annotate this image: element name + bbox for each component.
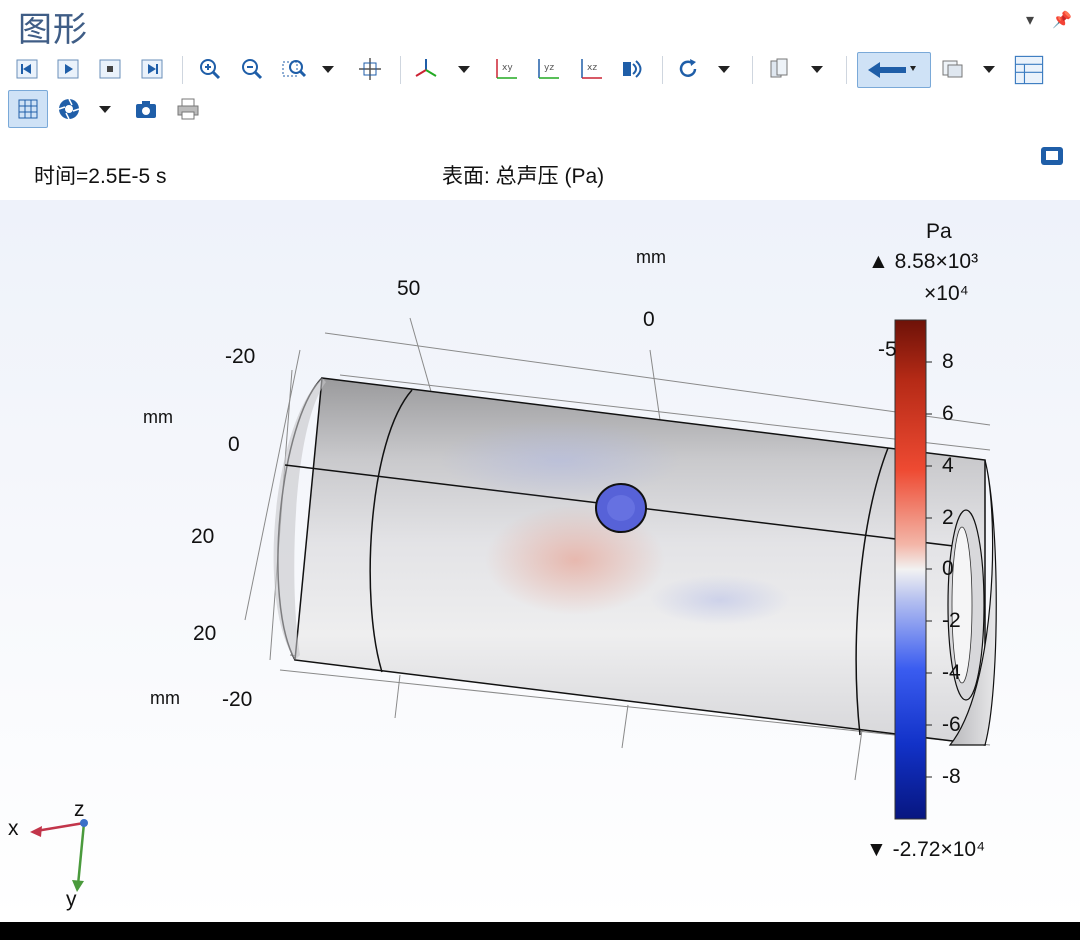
top-axis-tick: -5 (878, 338, 897, 361)
rotate-icon[interactable] (673, 54, 703, 84)
transparency-icon[interactable] (938, 54, 968, 84)
colorbar-tick: -4 (942, 661, 961, 684)
surface-expression-label: 表面: 总声压 (Pa) (442, 165, 605, 188)
axes-dropdown-arrow[interactable] (458, 66, 470, 73)
colorbar-tick: -8 (942, 765, 961, 788)
left-axis-tick: -20 (225, 345, 256, 368)
pressure-low-region (440, 420, 680, 500)
colorbar-max-label: ▲ 8.58×10³ (868, 250, 979, 273)
triad-z-label: z (74, 798, 85, 821)
zoom-box-icon[interactable] (279, 54, 309, 84)
camera-aperture-icon[interactable] (54, 94, 84, 124)
pin-icon[interactable]: 📌 (1052, 10, 1072, 29)
triad-y-label: y (66, 888, 77, 911)
xy-view-icon[interactable]: xy (491, 54, 521, 84)
toolbar-separator (662, 56, 663, 84)
graphics-toolbar: xy yz xz (0, 50, 1080, 134)
colorbar-tick: 8 (942, 350, 954, 373)
view-dropdown-arrow[interactable] (811, 66, 823, 73)
bottom-axis-tick: 20 (193, 622, 217, 645)
colorbar-min-label: ▼ -2.72×10⁴ (866, 838, 986, 861)
step-back-icon[interactable] (12, 54, 42, 84)
time-label: 时间=2.5E-5 s (34, 165, 167, 188)
zoom-dropdown-arrow[interactable] (322, 66, 334, 73)
svg-text:xy: xy (502, 63, 513, 73)
scene-light-icon[interactable] (617, 54, 647, 84)
screen-bottom-edge (0, 922, 1080, 940)
colorbar-tick: -6 (942, 713, 961, 736)
rotate-dropdown-arrow[interactable] (718, 66, 730, 73)
play-icon[interactable] (53, 54, 83, 84)
toolbar-separator (752, 56, 753, 84)
triad-x-label: x (8, 817, 19, 840)
svg-text:xz: xz (587, 63, 597, 73)
toolbar-separator (182, 56, 183, 84)
colorbar-scale-label: ×10⁴ (924, 282, 969, 305)
step-forward-icon[interactable] (137, 54, 167, 84)
pressure-low-region-2 (650, 575, 790, 625)
left-axis-unit: mm (143, 407, 173, 427)
left-axis-tick: 0 (228, 433, 240, 456)
window-menu-icon[interactable]: ▾ (1026, 10, 1034, 29)
bottom-axis-unit: mm (150, 688, 180, 708)
colorbar-tick: -2 (942, 609, 961, 632)
colorbar-tick: 4 (942, 454, 954, 477)
transparency-button[interactable] (857, 52, 931, 88)
zoom-in-icon[interactable] (195, 54, 225, 84)
aperture-dropdown-arrow[interactable] (99, 106, 111, 113)
axes-icon[interactable] (411, 54, 441, 84)
colorbar-gradient (894, 319, 927, 820)
toolbar-separator (400, 56, 401, 84)
cylinder-plot (30, 317, 997, 892)
view-icon[interactable] (765, 54, 795, 84)
bottom-axis-tick: -20 (222, 688, 253, 711)
xz-view-icon[interactable]: xz (576, 54, 606, 84)
stop-icon[interactable] (95, 54, 125, 84)
colorbar-tick: 6 (942, 402, 954, 425)
left-axis-tick: 20 (191, 525, 215, 548)
zoom-extents-icon[interactable] (355, 54, 385, 84)
screenshot-icon[interactable] (131, 94, 161, 124)
zoom-out-icon[interactable] (237, 54, 267, 84)
axis-triad (30, 819, 88, 892)
svg-text:yz: yz (544, 63, 554, 73)
top-axis-tick: 50 (397, 277, 421, 300)
top-axis-tick: 0 (643, 308, 655, 331)
table-icon[interactable] (1010, 52, 1048, 88)
transparency-dropdown-arrow[interactable] (983, 66, 995, 73)
show-grid-icon[interactable] (8, 90, 48, 128)
colorbar-unit: Pa (926, 220, 952, 243)
colorbar-tick: 0 (942, 557, 954, 580)
graphics-canvas[interactable]: mm 50 0 -5 -20 mm 0 20 20 mm -20 Pa ▲ 8.… (0, 200, 1080, 922)
colorbar-tick: 2 (942, 506, 954, 529)
window-title-bar: 图形 ▾ 📌 (0, 0, 1080, 50)
yz-view-icon[interactable]: yz (533, 54, 563, 84)
plot-window-icon[interactable] (1040, 146, 1064, 166)
print-icon[interactable] (173, 94, 203, 124)
top-axis-unit: mm (636, 247, 666, 267)
toolbar-separator (846, 56, 847, 84)
window-title: 图形 (18, 10, 88, 50)
